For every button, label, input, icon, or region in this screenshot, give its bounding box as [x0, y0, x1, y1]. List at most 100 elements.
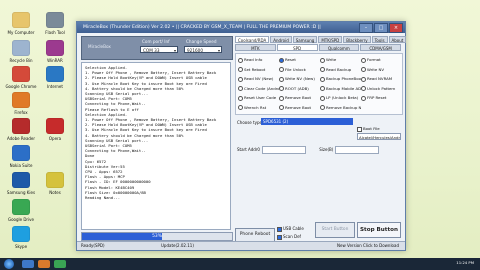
- option-radio[interactable]: Write NV (New): [279, 75, 320, 82]
- radio-icon[interactable]: [320, 57, 325, 63]
- radio-icon[interactable]: [238, 67, 243, 72]
- bootfile-select[interactable]: Alcatel/Hercules/Android(MMC): [357, 133, 401, 140]
- tab[interactable]: About: [388, 36, 407, 43]
- option-radio[interactable]: Format: [361, 56, 402, 63]
- option-radio[interactable]: Clear Code (Android): [238, 85, 279, 92]
- phone-reboot-button[interactable]: Phone Reboot: [235, 228, 275, 242]
- speed-select[interactable]: 921600: [184, 46, 222, 54]
- globe-icon: [46, 66, 64, 82]
- desktop-icon[interactable]: Internet: [36, 66, 74, 89]
- subtab[interactable]: MTK: [235, 44, 276, 51]
- start-button[interactable]: Start Button: [315, 222, 355, 238]
- usb-cable-checkbox[interactable]: USB Cable: [277, 226, 304, 232]
- radio-icon[interactable]: [320, 76, 325, 82]
- desktop-icon[interactable]: Google Drive: [2, 199, 40, 222]
- radio-icon[interactable]: [279, 86, 284, 91]
- recycle-bin-icon: [12, 40, 30, 56]
- radio-icon[interactable]: [320, 105, 325, 110]
- radio-icon[interactable]: [279, 57, 284, 63]
- radio-icon[interactable]: [279, 105, 284, 110]
- subtab[interactable]: Qualcomm: [318, 44, 360, 51]
- option-radio[interactable]: Remove Boot: [279, 104, 320, 111]
- comport-select[interactable]: COM 33: [140, 46, 178, 54]
- desktop-icon[interactable]: Samsung Kies: [2, 172, 40, 195]
- option-radio[interactable]: Backup PhoneBook: [320, 75, 361, 82]
- desktop-icon[interactable]: My Computer: [2, 12, 40, 35]
- option-radio[interactable]: Unlock Pattern: [361, 85, 402, 92]
- desktop-icon[interactable]: Opera: [36, 118, 74, 141]
- option-radio[interactable]: Read Info: [238, 56, 279, 63]
- minimize-button[interactable]: –: [359, 23, 373, 33]
- option-radio[interactable]: Backup Mobile ADB: [320, 85, 361, 92]
- radio-icon[interactable]: [320, 86, 325, 91]
- option-radio[interactable]: Reset: [279, 56, 320, 63]
- subtab[interactable]: CDMA/GSM: [360, 44, 401, 51]
- start-addr-input[interactable]: [261, 146, 306, 154]
- radio-icon[interactable]: [361, 95, 366, 101]
- radio-icon[interactable]: [279, 67, 284, 72]
- option-radio[interactable]: Wrench Rst: [238, 104, 279, 111]
- desktop-icon[interactable]: Flash Tool: [36, 12, 74, 35]
- desktop-icon[interactable]: Notes: [36, 172, 74, 195]
- option-radio[interactable]: ROOT (ADB): [279, 85, 320, 92]
- checkbox[interactable]: [357, 126, 362, 132]
- radio-icon[interactable]: [279, 95, 284, 101]
- option-radio[interactable]: Read NVRAM: [361, 75, 402, 82]
- option-radio[interactable]: File Unlock: [279, 66, 320, 73]
- radio-icon[interactable]: [361, 76, 366, 82]
- option-radio[interactable]: Read Backup: [320, 66, 361, 73]
- radio-icon[interactable]: [238, 105, 243, 110]
- scan-def-checkbox[interactable]: Scan Def: [277, 234, 301, 240]
- option-label: Set Reboot: [244, 66, 266, 72]
- taskbar-app-icon[interactable]: [54, 260, 66, 268]
- main-tabs: Coolsand/RDA Android Samsung MTK/SPD Blackbe…: [235, 36, 407, 43]
- radio-icon[interactable]: [238, 57, 243, 63]
- taskbar-app-icon[interactable]: [22, 260, 34, 268]
- radio-icon[interactable]: [238, 86, 243, 91]
- desktop-icon[interactable]: Recycle Bin: [2, 40, 40, 63]
- tab[interactable]: Blackberry: [343, 36, 371, 43]
- opera-icon: [46, 118, 64, 134]
- logo-text: MiracleBox: [88, 44, 111, 49]
- choose-type-select[interactable]: SPD6531 (2): [261, 118, 353, 125]
- stop-button[interactable]: Stop Button: [357, 222, 401, 238]
- tab[interactable]: Samsung: [292, 36, 318, 43]
- option-radio[interactable]: Set Reboot: [238, 66, 279, 73]
- tab[interactable]: Tools: [371, 36, 388, 43]
- desktop-icon[interactable]: Google Chrome: [2, 66, 40, 89]
- radio-icon[interactable]: [361, 67, 366, 72]
- radio-icon[interactable]: [361, 86, 366, 91]
- subtab[interactable]: SPD: [276, 44, 318, 51]
- radio-icon[interactable]: [320, 95, 325, 101]
- option-radio[interactable]: FRP Reset: [361, 94, 402, 101]
- desktop-icon[interactable]: Adobe Reader: [2, 118, 40, 141]
- radio-icon[interactable]: [279, 76, 284, 82]
- radio-icon[interactable]: [238, 95, 243, 101]
- maximize-button[interactable]: □: [374, 23, 388, 33]
- desktop-icon[interactable]: Firefox: [2, 92, 40, 115]
- option-radio[interactable]: Write NV: [361, 66, 402, 73]
- option-radio[interactable]: Reset User Code: [238, 94, 279, 101]
- progress-label: 53%: [152, 234, 162, 239]
- desktop-icon[interactable]: Skype: [2, 226, 40, 249]
- new-version-link[interactable]: New Version Click to Download: [337, 242, 399, 250]
- tab[interactable]: MTK/SPD: [318, 36, 343, 43]
- option-radio[interactable]: Write: [320, 56, 361, 63]
- desktop-icon[interactable]: Nokia Suite: [2, 145, 40, 168]
- option-radio[interactable]: Read NV (New): [238, 75, 279, 82]
- start-button-icon[interactable]: [4, 259, 14, 269]
- option-radio[interactable]: Remove Backup NVC: [320, 104, 361, 111]
- radio-icon[interactable]: [361, 57, 366, 63]
- size-input[interactable]: [335, 146, 380, 154]
- option-radio[interactable]: LP (Unlock Beta): [320, 94, 361, 101]
- desktop-icon[interactable]: WinRAR: [36, 40, 74, 63]
- bootfile-checkbox-row[interactable]: Boot File: [357, 126, 380, 132]
- option-radio[interactable]: Remove Boot: [279, 94, 320, 101]
- tab[interactable]: Coolsand/RDA: [235, 36, 270, 43]
- tab[interactable]: Android: [270, 36, 292, 43]
- taskbar-app-icon[interactable]: [38, 260, 50, 268]
- log-output[interactable]: Selection Applied. 1. Power Off Phone , …: [81, 62, 231, 230]
- radio-icon[interactable]: [320, 67, 325, 72]
- radio-icon[interactable]: [238, 76, 243, 82]
- close-button[interactable]: ×: [389, 23, 403, 33]
